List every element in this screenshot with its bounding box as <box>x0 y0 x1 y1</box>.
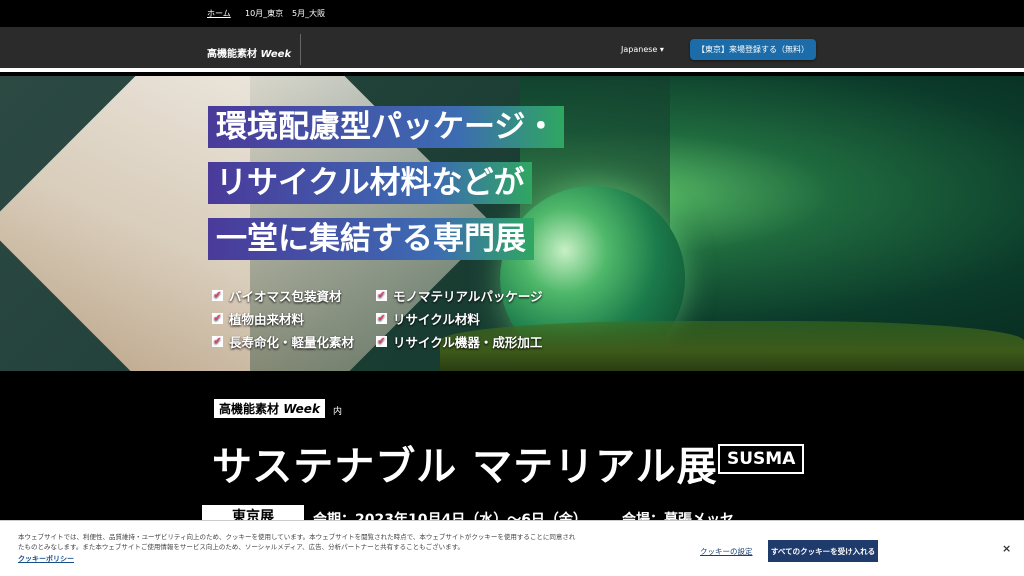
checkbox-icon: ✔ <box>212 290 223 301</box>
checklist-item: ✔ モノマテリアルパッケージ <box>376 289 543 304</box>
checklist-item: ✔ リサイクル機器・成形加工 <box>376 335 543 350</box>
checkbox-icon: ✔ <box>212 336 223 347</box>
event-abbreviation: SUSMA <box>718 444 805 474</box>
checkbox-icon: ✔ <box>376 336 387 347</box>
checklist-item: ✔ リサイクル材料 <box>376 312 480 327</box>
cookie-notice-text: 本ウェブサイトでは、利便性、品質維持・ユーザビリティ向上のため、クッキーを使用し… <box>18 533 576 551</box>
event-title: サステナブル マテリアル展 <box>212 444 718 490</box>
badge-suffix: 内 <box>333 407 343 417</box>
logo-week-text: Week <box>260 49 292 60</box>
topbar-link-home[interactable]: ホーム <box>207 8 231 19</box>
checkbox-icon: ✔ <box>376 313 387 324</box>
parent-show-badge: 高機能素材 Week <box>214 399 325 418</box>
checklist-item: ✔ バイオマス包装資材 <box>212 289 342 304</box>
site-logo[interactable]: 高機能素材 Week <box>207 45 291 60</box>
hero-headline-2: リサイクル材料などが <box>208 162 533 204</box>
logo-text: 高機能素材 <box>207 49 257 60</box>
cookie-banner: 本ウェブサイトでは、利便性、品質維持・ユーザビリティ向上のため、クッキーを使用し… <box>0 520 1024 576</box>
nav-divider <box>300 34 301 65</box>
top-utility-bar: ホーム 10月_東京 5月_大阪 <box>0 0 1024 27</box>
checkbox-icon: ✔ <box>212 313 223 324</box>
accept-cookies-button[interactable]: すべてのクッキーを受け入れる <box>768 540 878 562</box>
topbar-link-osaka[interactable]: 5月_大阪 <box>292 8 325 19</box>
hero-headline-3: 一堂に集結する専門展 <box>208 218 534 260</box>
cookie-policy-link[interactable]: クッキーポリシー <box>18 554 74 564</box>
close-icon[interactable]: × <box>1002 542 1011 555</box>
checkbox-icon: ✔ <box>376 290 387 301</box>
topbar-link-tokyo[interactable]: 10月_東京 <box>245 8 283 19</box>
language-selector[interactable]: Japanese ▾ <box>621 45 664 54</box>
checklist-item: ✔ 植物由来材料 <box>212 312 305 327</box>
register-button[interactable]: 【東京】来場登録する（無料） <box>690 39 816 60</box>
main-navbar: 高機能素材 Week Japanese ▾ 【東京】来場登録する（無料） <box>0 27 1024 72</box>
hero-banner: 環境配慮型パッケージ・ リサイクル材料などが 一堂に集結する専門展 ✔ バイオマス… <box>0 76 1024 371</box>
checklist-item: ✔ 長寿命化・軽量化素材 <box>212 335 355 350</box>
cookie-settings-link[interactable]: クッキーの設定 <box>700 546 753 557</box>
hero-headline-1: 環境配慮型パッケージ・ <box>208 106 565 148</box>
